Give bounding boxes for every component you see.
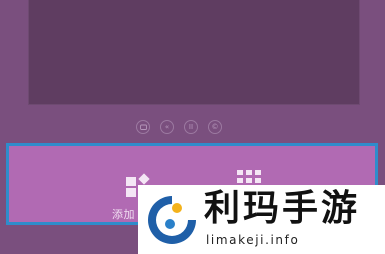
app-screen: « II © 添加 利玛手游 limakeji.info [0, 0, 385, 254]
watermark-badge: 利玛手游 limakeji.info [138, 185, 385, 254]
pause-icon[interactable]: II [184, 120, 198, 134]
rewind-icon[interactable]: « [160, 120, 174, 134]
watermark-title: 利玛手游 [204, 188, 361, 229]
video-preview[interactable] [28, 0, 360, 105]
copyright-icon[interactable]: © [208, 120, 222, 134]
add-widget-label: 添加 [112, 208, 135, 221]
watermark-url: limakeji.info [206, 233, 300, 247]
limakeji-logo-icon [146, 194, 198, 246]
camera-icon[interactable] [136, 120, 150, 134]
playback-controls: « II © [136, 120, 222, 134]
